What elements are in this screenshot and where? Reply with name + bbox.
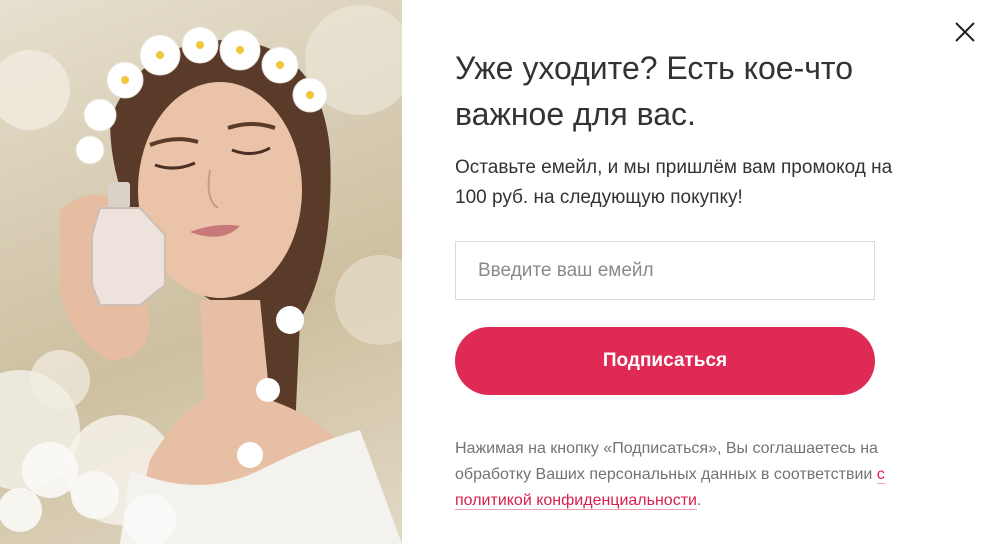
- subscribe-button[interactable]: Подписаться: [455, 327, 875, 395]
- woman-perfume-illustration: [0, 5, 402, 544]
- popup-headline: Уже уходите? Есть кое-что важное для вас…: [455, 50, 853, 132]
- legal-notice: Нажимая на кнопку «Подписаться», Вы согл…: [455, 436, 955, 514]
- promo-description: Оставьте емейл, и мы пришлём вам промоко…: [455, 157, 893, 208]
- close-icon: [955, 22, 975, 42]
- popup-content: Уже уходите? Есть кое-что важное для вас…: [402, 0, 989, 544]
- close-button[interactable]: [951, 18, 979, 46]
- exit-intent-popup: Уже уходите? Есть кое-что важное для вас…: [0, 0, 989, 544]
- legal-suffix: .: [696, 492, 702, 509]
- promo-photo: [0, 0, 402, 544]
- legal-text: Нажимая на кнопку «Подписаться», Вы согл…: [455, 440, 878, 483]
- email-input[interactable]: [455, 241, 875, 300]
